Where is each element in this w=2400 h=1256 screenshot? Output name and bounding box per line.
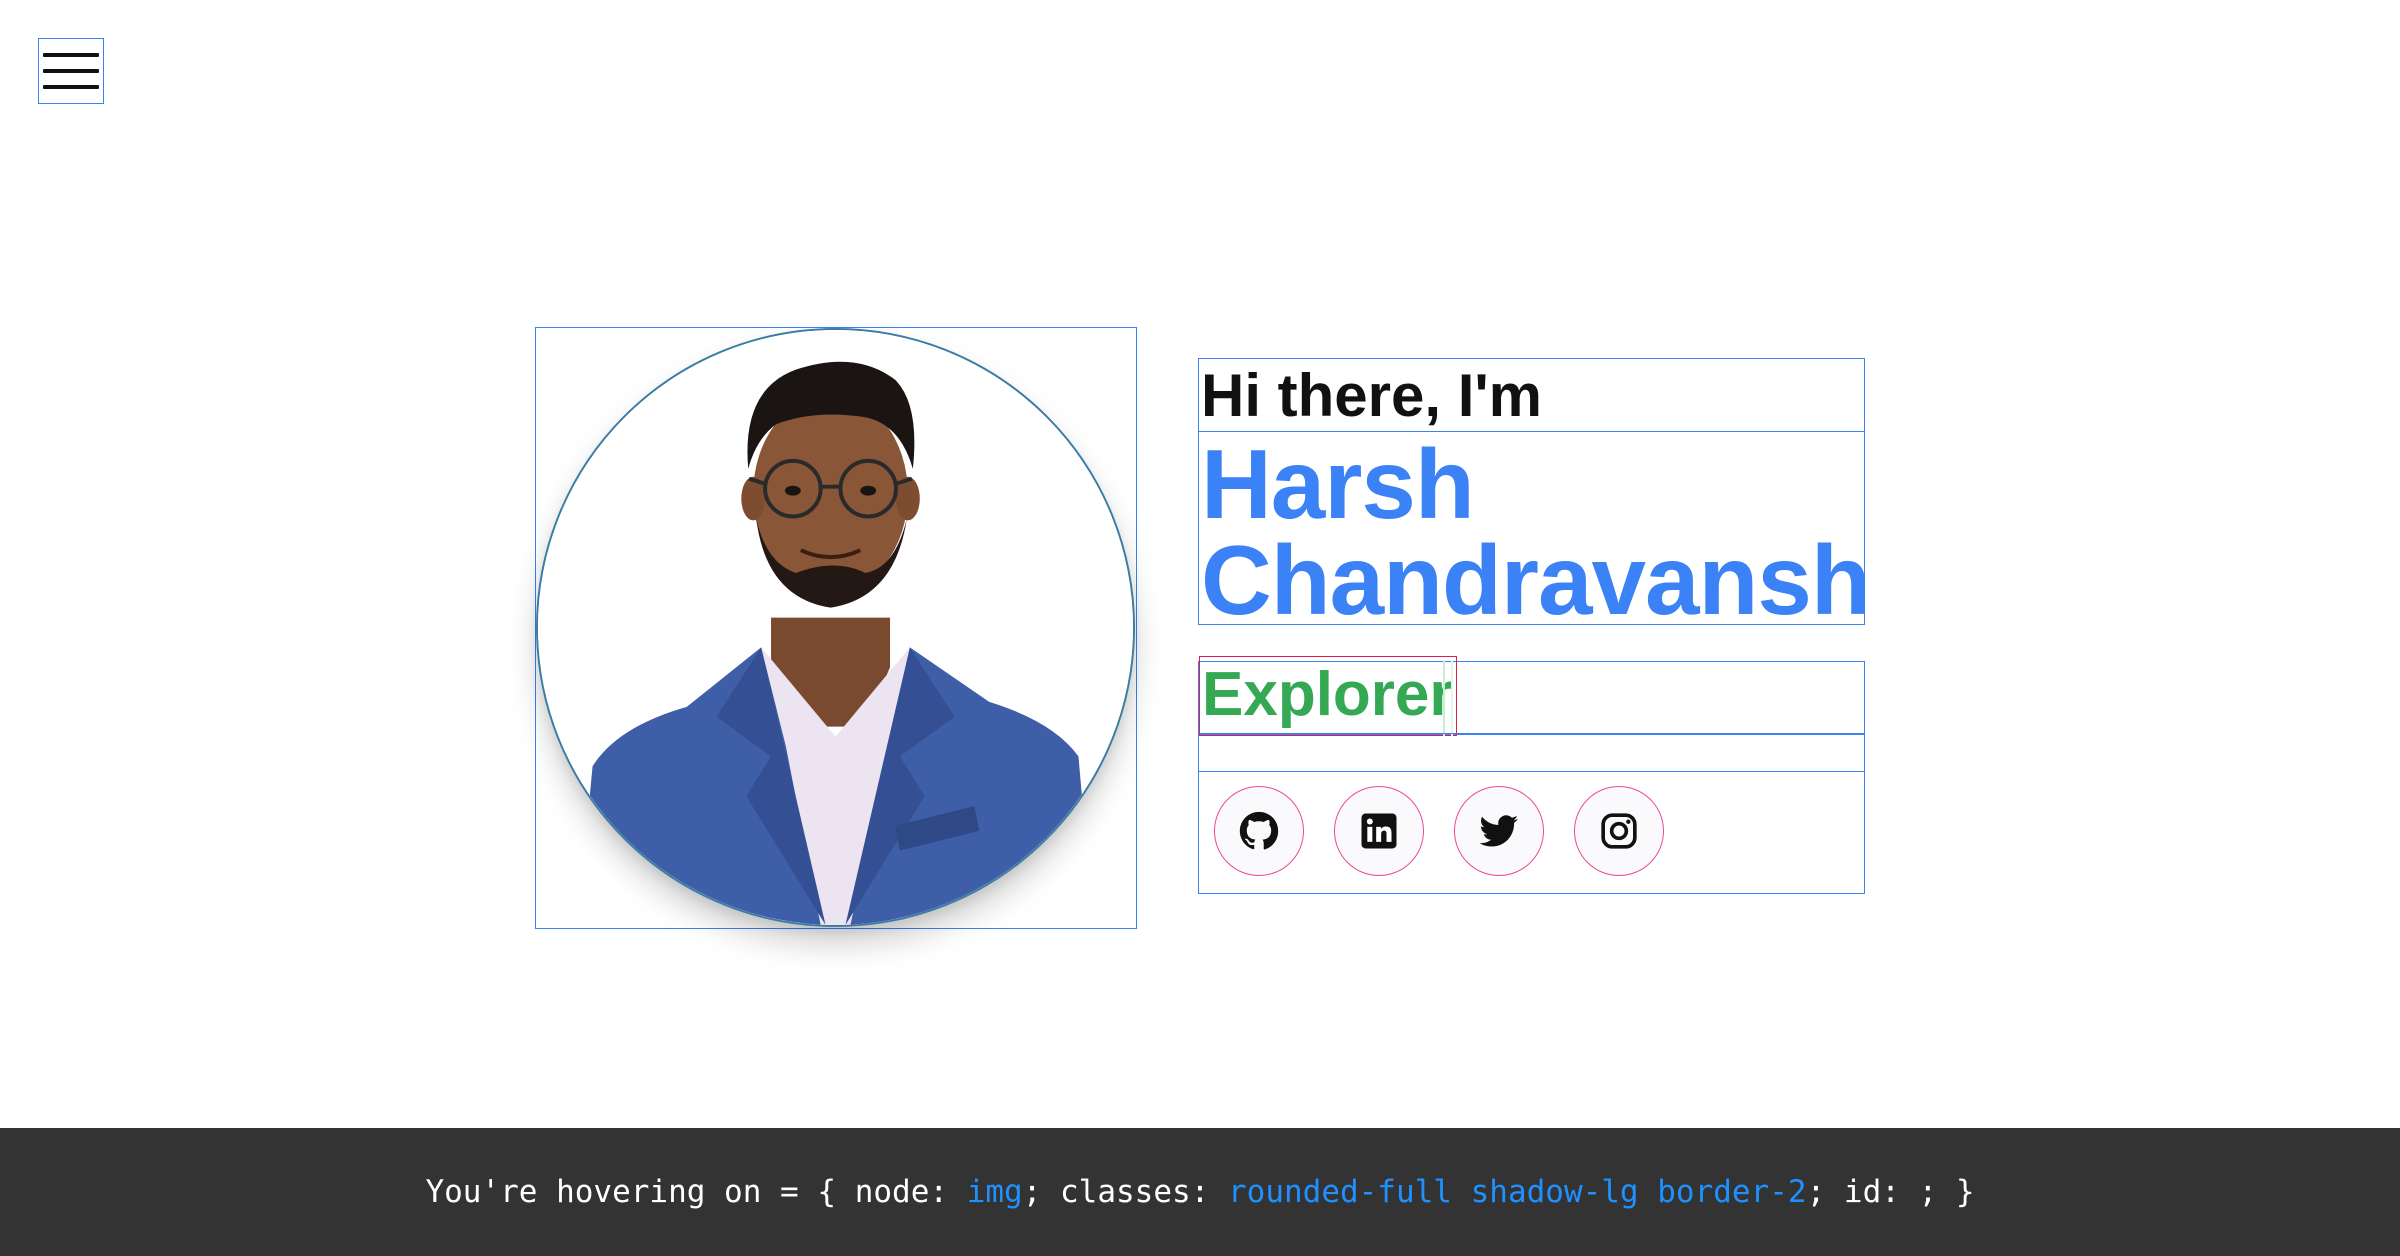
profile-photo-frame	[535, 327, 1137, 929]
typewriter-cursor	[1443, 659, 1453, 736]
hover-status-prefix: You're hovering on = { node:	[425, 1174, 967, 1210]
hover-status-id: ; id: ; }	[1806, 1174, 1975, 1210]
role-typewriter-text: Explorer	[1199, 655, 1457, 736]
profile-photo[interactable]	[536, 328, 1135, 927]
name-heading: Harsh Chandravanshi	[1198, 430, 1865, 625]
instagram-icon	[1601, 812, 1637, 849]
github-icon	[1239, 811, 1279, 849]
page: Hi there, I'm Harsh Chandravanshi Explor…	[0, 0, 2400, 1256]
twitter-icon	[1479, 814, 1518, 847]
name-line-2: Chandravanshi	[1201, 524, 1865, 625]
instagram-link[interactable]	[1574, 785, 1664, 876]
social-links	[1198, 770, 1865, 894]
hover-status-classes: rounded-full shadow-lg border-2	[1228, 1174, 1807, 1210]
intro-section: Hi there, I'm Harsh Chandravanshi Explor…	[1198, 358, 1865, 894]
name-line-1: Harsh	[1201, 430, 1475, 539]
portrait-illustration	[538, 330, 1133, 925]
menu-button[interactable]	[38, 38, 104, 104]
hamburger-menu-icon[interactable]	[43, 53, 99, 89]
hover-status-bar: You're hovering on = { node: img; classe…	[0, 1128, 2400, 1256]
hover-status-classes-label: ; classes:	[1022, 1174, 1228, 1210]
role-container: Explorer	[1198, 655, 1865, 736]
github-link[interactable]	[1214, 785, 1304, 876]
twitter-link[interactable]	[1454, 785, 1544, 876]
linkedin-icon	[1361, 813, 1397, 848]
hover-status-node: img	[966, 1174, 1023, 1210]
linkedin-link[interactable]	[1334, 785, 1424, 876]
greeting-text: Hi there, I'm	[1198, 358, 1865, 432]
spacer	[1198, 733, 1865, 772]
